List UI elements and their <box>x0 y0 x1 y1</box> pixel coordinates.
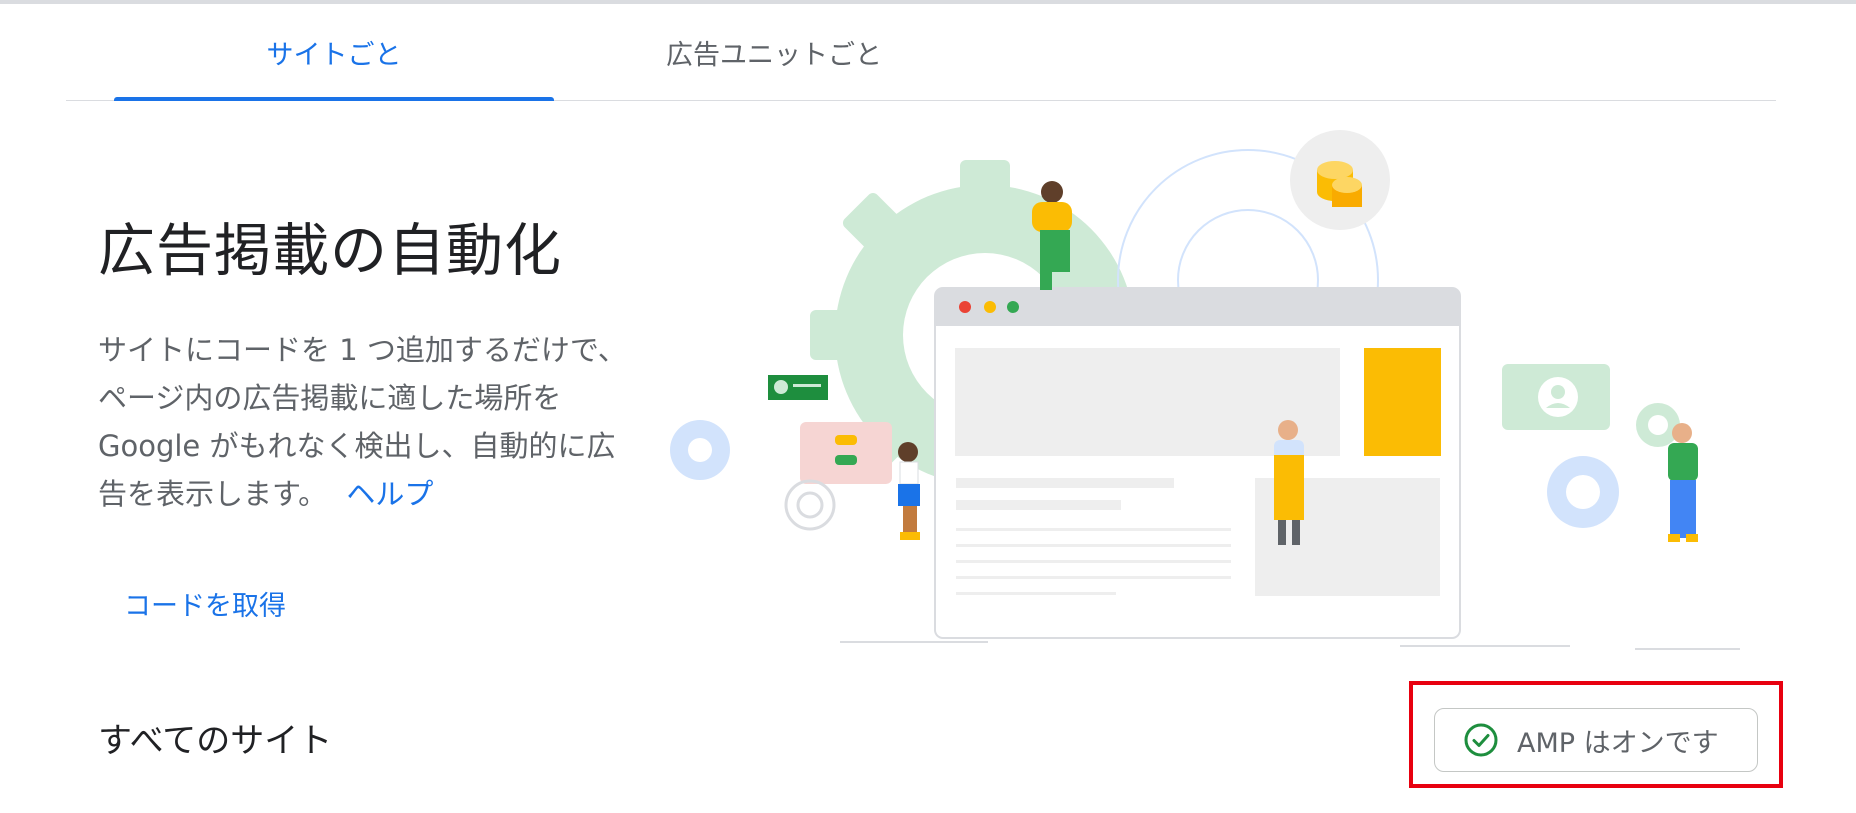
woman-illustration <box>898 442 920 540</box>
green-tag-illustration <box>768 375 828 400</box>
description: サイトにコードを 1 つ追加するだけで、ページ内の広告掲載に適した場所を Goo… <box>98 326 633 518</box>
tab-by-site[interactable]: サイトごと <box>114 4 554 100</box>
ground-lines <box>840 641 1740 650</box>
auto-ads-illustration <box>670 130 1740 650</box>
amp-status-label: AMP はオンです <box>1517 727 1719 759</box>
pink-card-illustration <box>800 422 892 484</box>
coins-icon <box>1290 130 1390 230</box>
check-circle-icon <box>1464 723 1498 757</box>
all-sites-heading: すべてのサイト <box>98 721 333 761</box>
blue-gear-left-illustration <box>670 420 730 480</box>
active-tab-indicator <box>114 97 554 101</box>
grey-gear-illustration <box>784 479 836 531</box>
browser-window-illustration <box>934 287 1461 639</box>
profile-bubble-illustration <box>1502 364 1610 430</box>
tab-by-ad-unit[interactable]: 広告ユニットごと <box>554 4 994 100</box>
amp-status-chip[interactable]: AMP はオンです <box>1434 708 1758 772</box>
page-title: 広告掲載の自動化 <box>98 218 562 284</box>
small-green-gear-illustration <box>1636 403 1680 447</box>
blue-gear-right-illustration <box>1547 456 1619 528</box>
get-code-button[interactable]: コードを取得 <box>124 584 286 623</box>
tab-bar: サイトごと 広告ユニットごと <box>66 4 1776 101</box>
help-link[interactable]: ヘルプ <box>346 477 433 511</box>
